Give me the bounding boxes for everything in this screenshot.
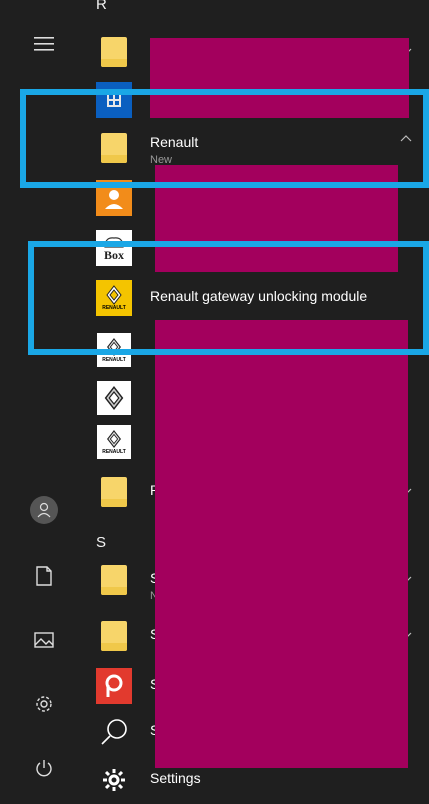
redaction-block xyxy=(155,320,408,768)
user-avatar-icon[interactable] xyxy=(22,490,66,530)
settings-gear-icon xyxy=(96,762,132,798)
pictures-icon[interactable] xyxy=(22,620,66,660)
folder-icon xyxy=(96,474,132,510)
renault-logo-icon: RENAULT xyxy=(96,424,132,460)
power-icon[interactable] xyxy=(22,748,66,788)
settings-label: Settings xyxy=(150,770,201,786)
folder-icon xyxy=(96,34,132,70)
red-p-app-icon xyxy=(96,668,132,704)
highlight-box xyxy=(28,241,429,355)
documents-icon[interactable] xyxy=(22,556,66,596)
folder-icon xyxy=(96,618,132,654)
renault-logo-icon xyxy=(96,380,132,416)
settings-gear-icon[interactable] xyxy=(22,684,66,724)
highlight-box xyxy=(20,89,429,188)
search-icon xyxy=(96,714,132,750)
section-letter-s[interactable]: S xyxy=(96,534,106,551)
hamburger-menu-icon[interactable] xyxy=(22,24,66,64)
folder-icon xyxy=(96,562,132,598)
section-letter-r[interactable]: R xyxy=(96,0,107,13)
